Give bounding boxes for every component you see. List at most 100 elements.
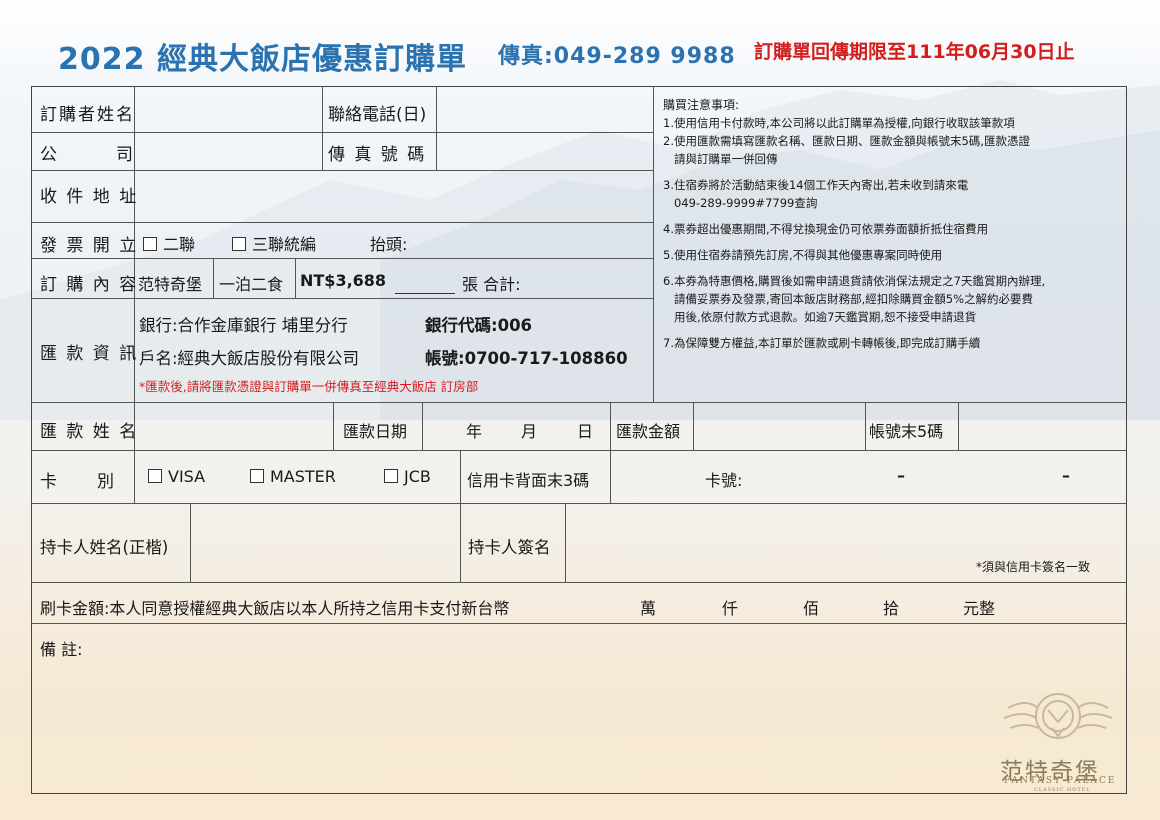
account-last5-field[interactable] [960, 404, 1125, 448]
logo-english-name: FANTASY PALACE [1004, 776, 1117, 786]
divider [865, 402, 866, 450]
notice-item: 1.使用信用卡付款時,本公司將以此訂購單為授權,向銀行收取該筆款項 [663, 116, 1015, 130]
divider [31, 132, 653, 133]
charge-authorization-label: 刷卡金額:本人同意授權經典大飯店以本人所持之信用卡支付新台幣 [40, 599, 510, 618]
invoice-label: 發 票 開 立 [40, 236, 139, 256]
notice-item: 7.為保障雙方權益,本訂單於匯款或刷卡轉帳後,即完成訂購手續 [663, 336, 981, 350]
remarks-field[interactable] [33, 660, 993, 790]
divider [693, 402, 694, 450]
card-type-label: 卡 別 [40, 472, 116, 492]
price: NT$3,688 [300, 271, 387, 290]
address-field[interactable] [136, 172, 651, 220]
remitter-name-field[interactable] [136, 404, 331, 448]
checkbox[interactable] [232, 237, 246, 251]
signature-label: 持卡人簽名 [468, 538, 551, 557]
signature-note: *須與信用卡簽名一致 [976, 560, 1091, 574]
quantity-field[interactable] [395, 271, 455, 294]
divider [31, 222, 653, 223]
invoice-duplicate-option[interactable]: 二聯 [143, 231, 195, 255]
divider [190, 503, 191, 582]
cardholder-name-field[interactable] [192, 505, 458, 580]
divider [322, 86, 323, 170]
remit-amount-label: 匯款金額 [616, 422, 681, 441]
day-label: 日 [577, 422, 594, 441]
divider [31, 450, 1127, 451]
account-name: 戶名:經典大飯店股份有限公司 [139, 349, 360, 368]
unit-wan: 萬 [640, 599, 657, 618]
phone-label: 聯絡電話(日) [328, 105, 427, 125]
notice-list: 1.使用信用卡付款時,本公司將以此訂購單為授權,向銀行收取該筆款項 2.使用匯款需… [663, 114, 1123, 360]
divider [31, 298, 653, 299]
orderer-name-field[interactable] [136, 88, 320, 130]
divider [31, 258, 653, 259]
fax-field[interactable] [438, 134, 651, 168]
quantity-total-label: 張 合計: [462, 275, 521, 294]
divider [565, 503, 566, 582]
divider [213, 258, 214, 298]
deadline-notice: 訂購單回傳期限至111年06月30日止 [754, 41, 1075, 63]
divider [31, 402, 1127, 403]
visa-option[interactable]: VISA [148, 467, 205, 486]
notice-item: 3.住宿券將於活動結束後14個工作天內寄出,若未收到請來電 049-289-99… [663, 178, 969, 210]
account-number: 帳號:0700-717-108860 [425, 349, 628, 368]
company-field[interactable] [136, 134, 320, 168]
divider [958, 402, 959, 450]
phone-field[interactable] [438, 88, 651, 130]
remit-amount-field[interactable] [695, 404, 863, 448]
notices-title: 購買注意事項: [663, 98, 740, 112]
purchase-notices: 購買注意事項: [663, 96, 1123, 113]
remit-note: *匯款後,請將匯款憑證與訂購單一併傳真至經典大飯店 訂房部 [139, 379, 479, 394]
remarks-label: 備 註: [40, 640, 83, 659]
jcb-option[interactable]: JCB [384, 467, 431, 486]
month-label: 月 [521, 422, 538, 441]
product-name: 范特奇堡 [138, 275, 203, 294]
notice-item: 4.票券超出優惠期間,不得兌換現金仍可依票券面額折抵住宿費用 [663, 222, 989, 236]
divider [333, 402, 334, 450]
divider [653, 86, 654, 402]
fax-number-header: 傳真:049-289 9988 [498, 44, 736, 69]
unit-shi: 拾 [883, 599, 900, 618]
notice-item: 2.使用匯款需填寫匯款名稱、匯款日期、匯款金額與帳號末5碼,匯款憑證 請與訂購單… [663, 134, 1030, 166]
divider [422, 402, 423, 450]
checkbox[interactable] [143, 237, 157, 251]
invoice-title-label: 抬頭: [370, 235, 408, 254]
master-label: MASTER [270, 467, 336, 486]
divider [31, 582, 1127, 583]
remit-date-label: 匯款日期 [343, 422, 408, 441]
notice-item: 6.本券為特惠價格,購買後如需申請退貨請依消保法規定之7天鑑賞期內辦理, 請備妥… [663, 274, 1046, 324]
divider [610, 402, 611, 503]
unit-qian: 仟 [722, 599, 739, 618]
bank-name: 銀行:合作金庫銀行 埔里分行 [139, 316, 348, 335]
cardholder-name-label: 持卡人姓名(正楷) [40, 538, 169, 557]
company-label: 公 司 [40, 145, 135, 165]
checkbox[interactable] [250, 469, 264, 483]
cvv-label: 信用卡背面末3碼 [467, 471, 590, 490]
remitter-name-label: 匯 款 姓 名 [40, 422, 139, 442]
bank-code: 銀行代碼:006 [425, 316, 533, 335]
divider [31, 623, 1127, 624]
orderer-name-label: 訂購者姓名 [40, 105, 135, 125]
checkbox[interactable] [384, 469, 398, 483]
notice-item: 5.使用住宿券請預先訂房,不得與其他優惠專案同時使用 [663, 248, 943, 262]
plan-name: 一泊二食 [219, 275, 284, 294]
divider [460, 450, 461, 582]
unit-yuan: 元整 [963, 599, 996, 618]
divider [436, 86, 437, 170]
fax-label: 傳 真 號 碼 [328, 145, 427, 165]
invoice-triplicate-option[interactable]: 三聯統編 [232, 231, 316, 255]
order-content-label: 訂 購 內 容 [40, 275, 139, 295]
account-last5-label: 帳號末5碼 [869, 422, 944, 441]
card-number-dash: – [1062, 466, 1070, 485]
card-number-label: 卡號: [705, 471, 743, 490]
remit-info-label: 匯 款 資 訊 [40, 344, 139, 364]
checkbox[interactable] [148, 469, 162, 483]
jcb-label: JCB [404, 467, 431, 486]
card-number-dash: – [897, 466, 905, 485]
divider [31, 503, 1127, 504]
page-title: 2022 經典大飯店優惠訂購單 [58, 42, 467, 77]
divider [31, 170, 653, 171]
visa-label: VISA [168, 467, 206, 486]
divider [295, 258, 296, 298]
address-label: 收 件 地 址 [40, 187, 139, 207]
master-option[interactable]: MASTER [250, 467, 336, 486]
